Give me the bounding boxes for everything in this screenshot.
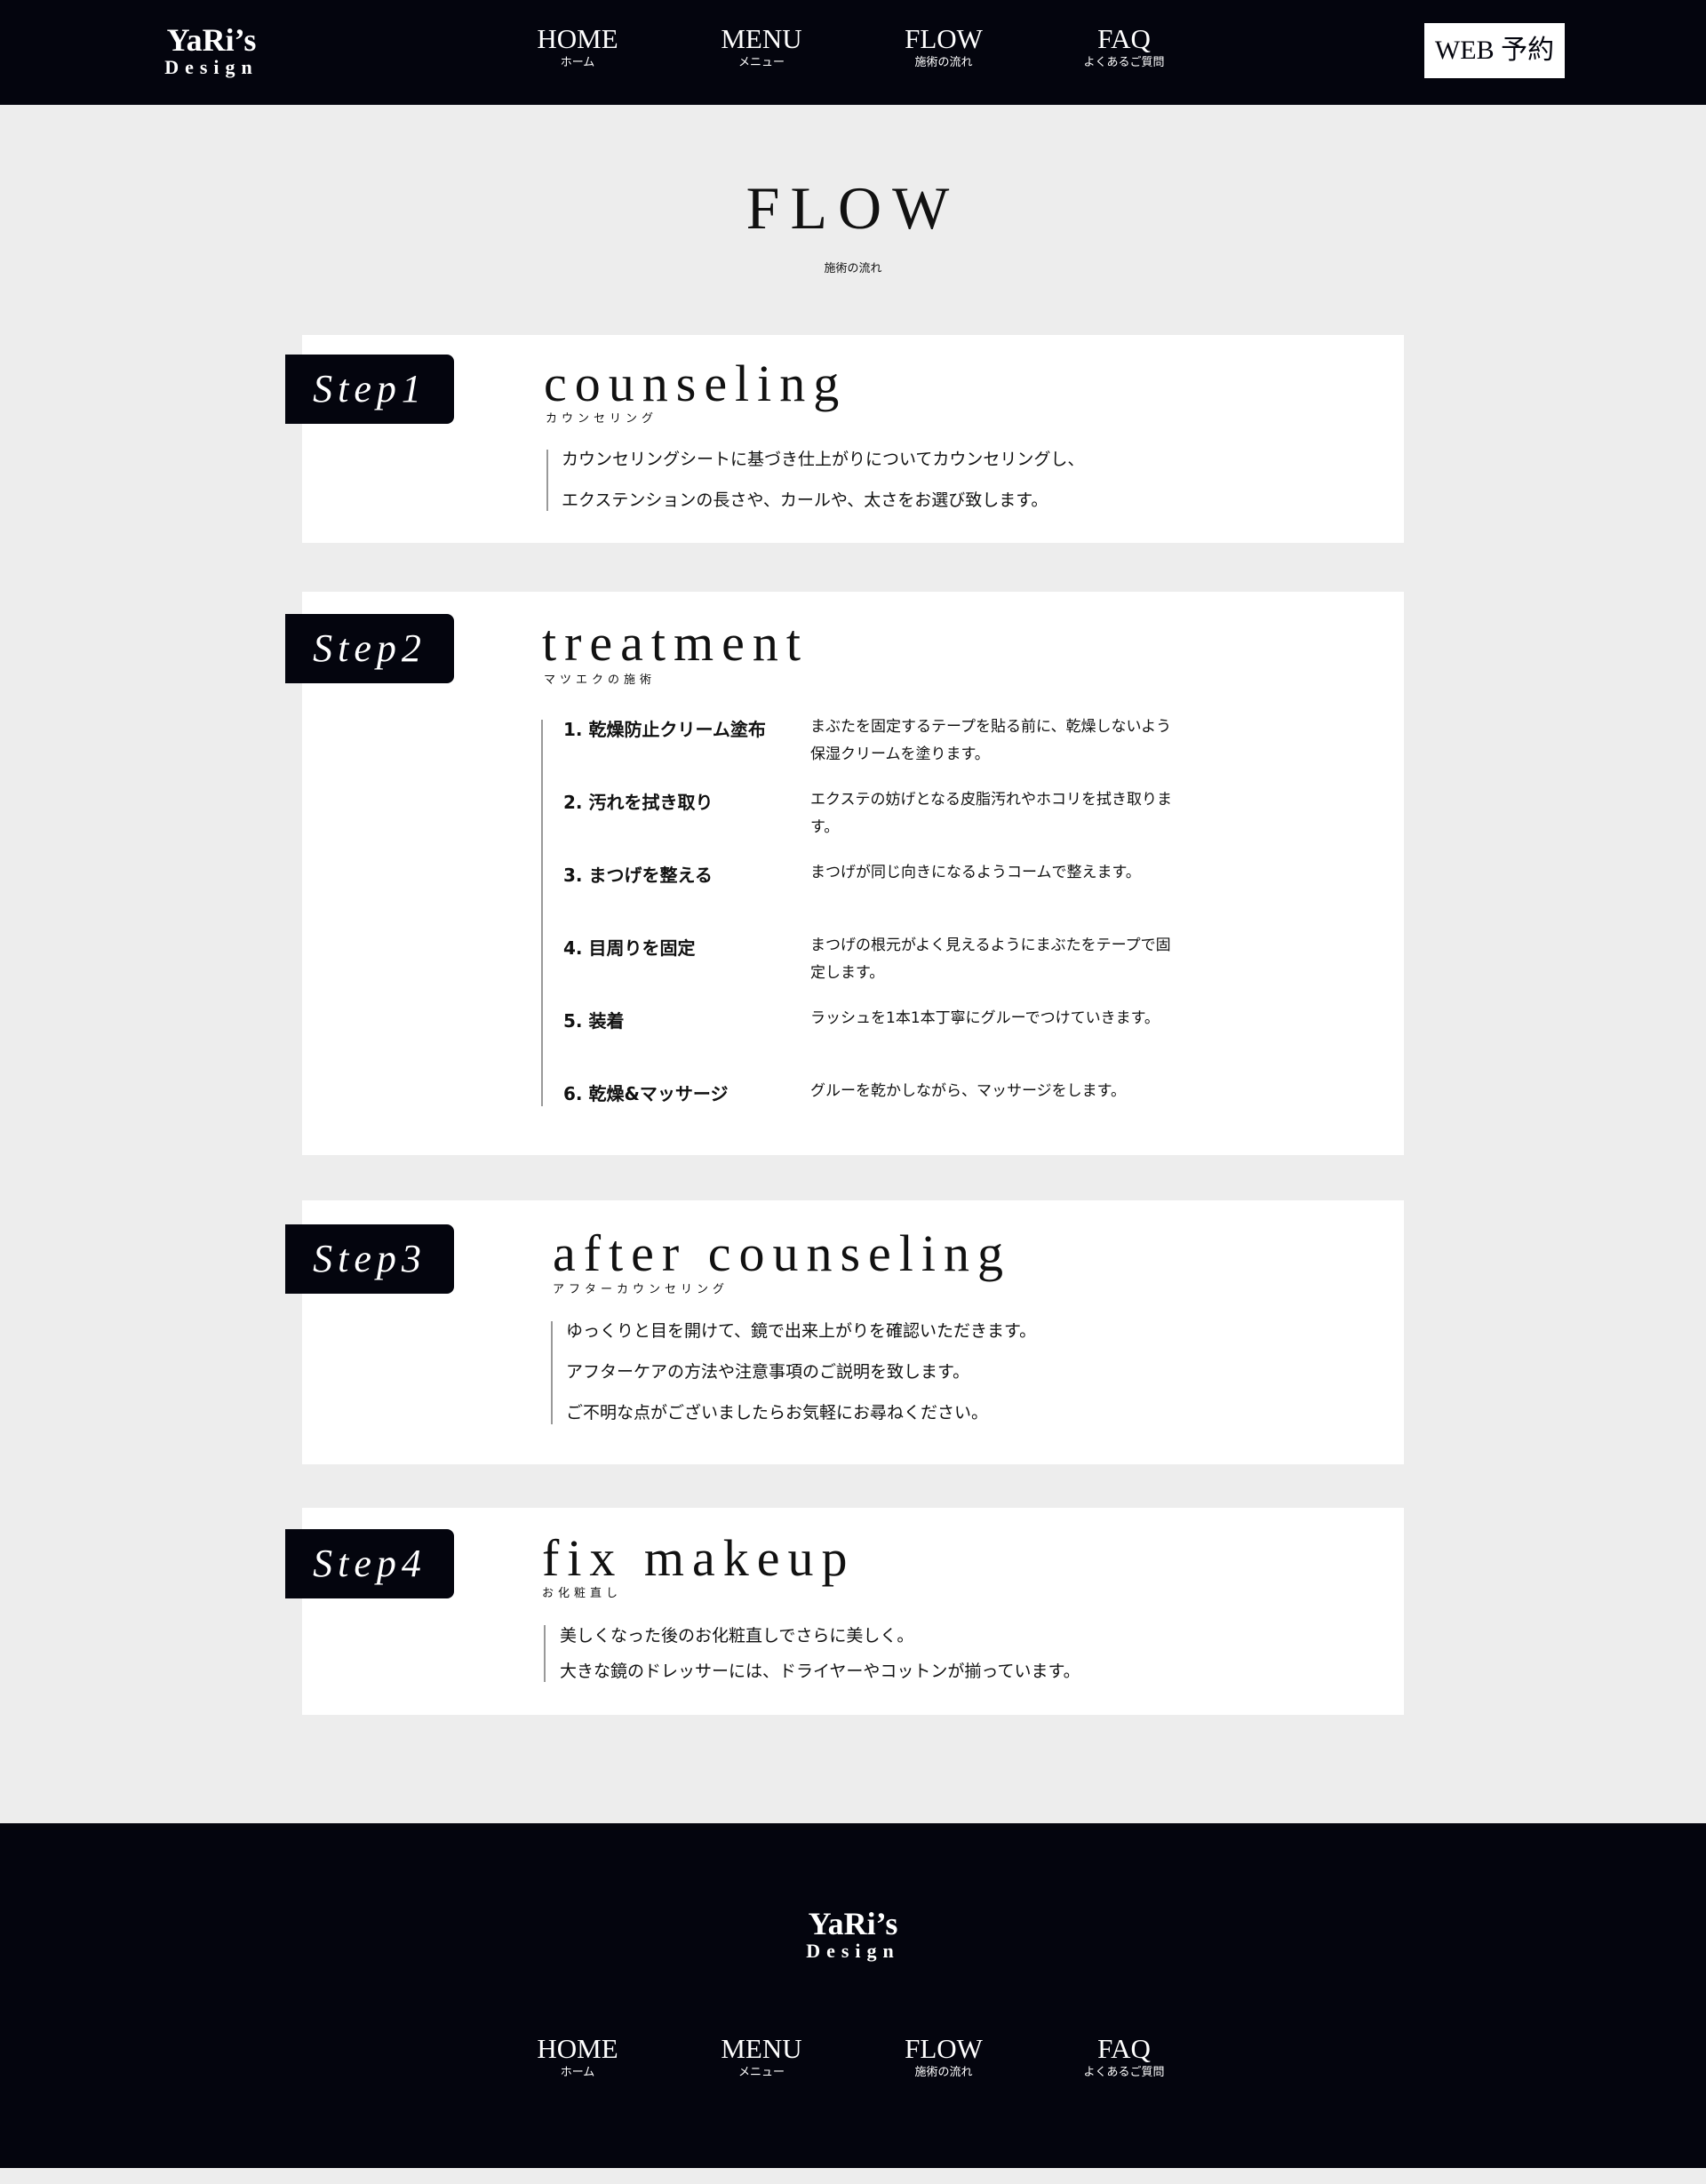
step-badge: Step3 (285, 1224, 454, 1294)
logo-wordmark: YaRi’s (808, 1906, 898, 1941)
footer-nav-home[interactable]: HOME ホーム (498, 2035, 658, 2081)
nav-menu-label: MENU (721, 2033, 802, 2064)
step-title: after counseling (553, 1224, 1012, 1282)
step-text: 美しくなった後のお化粧直しでさらに美しく。 (560, 1626, 914, 1646)
treatment-step-desc: まぶたを固定するテープを貼る前に、乾燥しないよう保湿クリームを塗ります。 (810, 718, 1172, 763)
footer-logo[interactable]: YaRi’s Design (800, 1907, 906, 1962)
site-header: YaRi’s Design HOME ホーム MENU メニュー FLOW 施術… (0, 0, 1706, 105)
nav-home-label: HOME (537, 23, 618, 54)
step-text: ゆっくりと目を開けて、鏡で出来上がりを確認いただきます。 (566, 1321, 1037, 1341)
nav-flow-label: FLOW (905, 23, 983, 54)
step-subtitle: アフターカウンセリング (553, 1283, 729, 1296)
step-text: ご不明な点がございましたらお気軽にお尋ねください。 (566, 1403, 989, 1423)
footer-nav-flow[interactable]: FLOW 施術の流れ (864, 2035, 1024, 2081)
step-text: カウンセリングシートに基づき仕上がりについてカウンセリングし、 (562, 450, 1085, 469)
nav-faq[interactable]: FAQ よくあるご質問 (1044, 25, 1204, 71)
treatment-step-label: 3. まつげを整える (563, 865, 713, 886)
step-title: counseling (544, 355, 848, 412)
nav-menu-label: MENU (721, 23, 802, 54)
treatment-step-desc: グルーを乾かしながら、マッサージをします。 (810, 1082, 1126, 1100)
site-footer: YaRi’s Design HOME ホーム MENU メニュー FLOW 施術… (0, 1823, 1706, 2168)
step-text: エクステンションの長さや、カールや、太さをお選び致します。 (562, 490, 1048, 510)
nav-flow[interactable]: FLOW 施術の流れ (864, 25, 1024, 71)
site-logo[interactable]: YaRi’s Design (158, 23, 265, 78)
treatment-step-desc: ラッシュを1本1本丁寧にグルーでつけていきます。 (810, 1009, 1160, 1027)
treatment-step-desc: まつげが同じ向きになるようコームで整えます。 (810, 864, 1141, 881)
treatment-step-desc: エクステの妨げとなる皮脂汚れやホコリを拭き取ります。 (810, 791, 1172, 836)
logo-tagline: Design (164, 56, 259, 78)
nav-flow-label: FLOW (905, 2033, 983, 2064)
nav-home[interactable]: HOME ホーム (498, 25, 658, 71)
treatment-step-label: 4. 目周りを固定 (563, 937, 696, 959)
nav-flow-sublabel: 施術の流れ (914, 2066, 973, 2079)
treatment-step-label: 6. 乾燥&マッサージ (563, 1083, 729, 1104)
page-title: FLOW (745, 174, 961, 242)
treatment-step-label: 1. 乾燥防止クリーム塗布 (563, 719, 766, 740)
step-divider (544, 1625, 546, 1682)
web-reservation-button[interactable]: WEB 予約 (1424, 23, 1565, 78)
nav-faq-label: FAQ (1097, 2033, 1151, 2064)
nav-home-label: HOME (537, 2033, 618, 2064)
nav-menu-sublabel: メニュー (737, 56, 785, 69)
footer-nav-faq[interactable]: FAQ よくあるご質問 (1044, 2035, 1204, 2081)
nav-faq-sublabel: よくあるご質問 (1083, 2066, 1165, 2079)
treatment-step-label: 2. 汚れを拭き取り (563, 792, 713, 813)
step-badge: Step2 (285, 614, 454, 683)
nav-faq-sublabel: よくあるご質問 (1083, 56, 1165, 69)
treatment-step-label: 5. 装着 (563, 1010, 625, 1032)
nav-menu-sublabel: メニュー (737, 2066, 785, 2079)
page-subtitle: 施術の流れ (824, 262, 882, 275)
step-card (302, 335, 1404, 543)
logo-tagline: Design (806, 1940, 900, 1962)
step-subtitle: マツエクの施術 (544, 674, 657, 687)
step-divider (546, 450, 548, 511)
step-title: treatment (542, 614, 809, 672)
footer-nav-menu[interactable]: MENU メニュー (682, 2035, 841, 2081)
step-subtitle: カウンセリング (546, 412, 658, 426)
step-text: アフターケアの方法や注意事項のご説明を致します。 (566, 1362, 970, 1382)
step-divider (551, 1321, 553, 1424)
nav-home-sublabel: ホーム (560, 56, 595, 69)
step-text: 大きな鏡のドレッサーには、ドライヤーやコットンが揃っています。 (560, 1662, 1080, 1681)
logo-wordmark: YaRi’s (166, 22, 257, 58)
step-badge: Step4 (285, 1529, 454, 1598)
nav-menu[interactable]: MENU メニュー (682, 25, 841, 71)
treatment-step-desc: まつげの根元がよく見えるようにまぶたをテープで固定します。 (810, 937, 1171, 982)
step-title: fix makeup (542, 1529, 856, 1587)
step-badge: Step1 (285, 355, 454, 424)
nav-flow-sublabel: 施術の流れ (914, 56, 973, 69)
step-divider (541, 720, 543, 1106)
nav-faq-label: FAQ (1097, 23, 1151, 54)
step-subtitle: お化粧直し (542, 1587, 623, 1600)
nav-home-sublabel: ホーム (560, 2066, 595, 2079)
